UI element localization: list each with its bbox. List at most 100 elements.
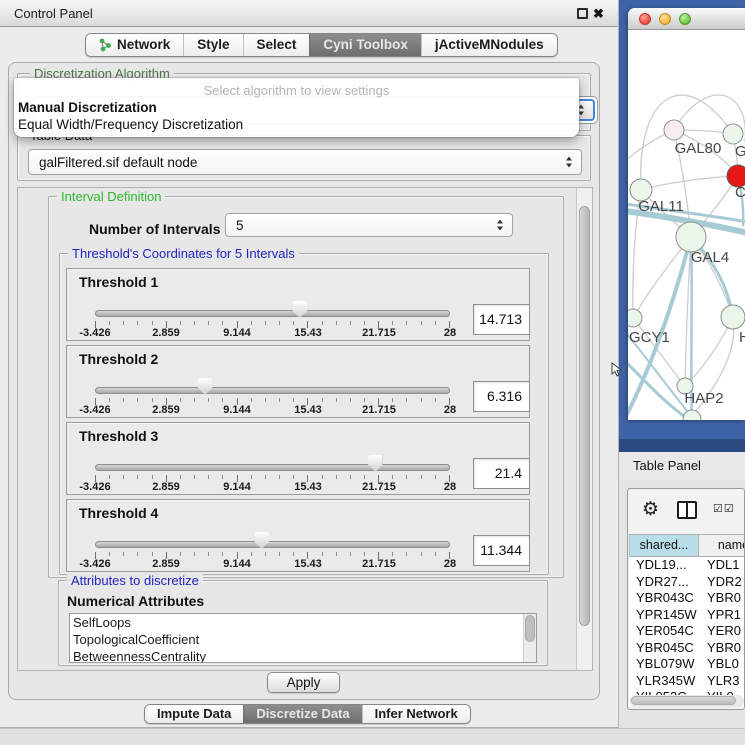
tick-mark <box>180 398 181 402</box>
network-node[interactable] <box>721 305 745 329</box>
column-header-shared-name[interactable]: shared... <box>629 534 699 557</box>
table-row[interactable]: YBR043CYBR0 <box>629 590 745 607</box>
table-cell[interactable]: YER054C <box>629 623 699 640</box>
tick-mark <box>279 552 280 556</box>
table-row[interactable]: YDR27...YDR2 <box>629 574 745 591</box>
tick-mark <box>152 398 153 402</box>
tick-mark <box>123 552 124 556</box>
tick-mark <box>123 475 124 479</box>
gear-icon[interactable]: ⚙ <box>642 497 659 523</box>
table-horizontal-scrollbar[interactable] <box>630 695 744 707</box>
table-data-combobox[interactable]: galFiltered.sif default node <box>28 149 582 175</box>
tab-network[interactable]: Network <box>86 34 183 56</box>
window-title: Control Panel <box>14 0 93 27</box>
tick-mark <box>322 475 323 479</box>
tick-mark <box>350 398 351 402</box>
network-node[interactable] <box>664 120 684 140</box>
threshold-slider-thumb[interactable] <box>198 378 213 395</box>
scrollbar-thumb[interactable] <box>631 696 736 705</box>
control-panel-window: Control Panel ✖ Network Style Select Cyn… <box>0 0 619 728</box>
tick-mark <box>152 321 153 325</box>
select-columns-icon[interactable]: ☑☑ <box>713 502 735 515</box>
float-window-icon[interactable] <box>577 8 588 19</box>
attribute-list-item[interactable]: SelfLoops <box>70 614 536 631</box>
table-row[interactable]: YBL079WYBL0 <box>629 656 745 673</box>
table-row[interactable]: YER054CYER0 <box>629 623 745 640</box>
table-cell[interactable]: YBR043C <box>629 590 699 607</box>
axis-tick-label: 9.144 <box>223 481 251 493</box>
dropdown-option-manual-discretization[interactable]: Manual Discretization <box>14 99 579 116</box>
threshold-slider-thumb[interactable] <box>368 455 383 472</box>
tab-discretize-data[interactable]: Discretize Data <box>243 705 361 723</box>
tick-mark <box>350 552 351 556</box>
dropdown-option-equal-width-frequency[interactable]: Equal Width/Frequency Discretization <box>14 116 579 133</box>
threshold-value-field[interactable]: 6.316 <box>473 381 530 412</box>
network-node[interactable] <box>723 124 743 144</box>
network-window-titlebar[interactable] <box>628 8 745 30</box>
table-cell[interactable]: YBR0 <box>699 590 741 607</box>
table-cell[interactable]: YBL079W <box>629 656 699 673</box>
tick-mark <box>137 321 138 325</box>
tick-mark <box>265 321 266 325</box>
tab-label: Style <box>197 34 229 56</box>
threshold-value-field[interactable]: 11.344 <box>473 535 530 566</box>
spinner-arrows-icon <box>578 105 585 116</box>
tab-cyni-toolbox[interactable]: Cyni Toolbox <box>309 34 421 56</box>
tab-jactivemnodules[interactable]: jActiveMNodules <box>421 34 557 56</box>
threshold-slider-thumb[interactable] <box>254 532 269 549</box>
column-layout-icon[interactable] <box>677 501 697 519</box>
table-cell[interactable]: YDR2 <box>699 574 742 591</box>
tick-mark <box>251 321 252 325</box>
number-of-intervals-combobox[interactable]: 5 <box>225 213 513 237</box>
scrollbar-thumb[interactable] <box>579 206 590 626</box>
table-cell[interactable]: YLR3 <box>699 673 740 690</box>
table-row[interactable]: YPR145WYPR1 <box>629 607 745 624</box>
network-canvas[interactable]: GAL80 GA C GAL11 GAL4 GCY1 H HAP2 <box>628 30 745 420</box>
column-header-name[interactable]: name <box>699 534 745 557</box>
attribute-list-item[interactable]: BetweennessCentrality <box>70 648 536 663</box>
table-cell[interactable]: YDL1 <box>699 557 740 574</box>
table-row[interactable]: YLR345WYLR3 <box>629 673 745 690</box>
tab-infer-network[interactable]: Infer Network <box>362 705 470 723</box>
group-title: Attributes to discretize <box>67 573 203 588</box>
apply-button[interactable]: Apply <box>267 672 340 693</box>
table-row[interactable]: YDL19...YDL1 <box>629 557 745 574</box>
table-row[interactable]: YBR045CYBR0 <box>629 640 745 657</box>
tick-mark <box>406 398 407 402</box>
tick-mark <box>336 552 337 556</box>
table-cell[interactable]: YBL0 <box>699 656 739 673</box>
tick-mark <box>194 475 195 479</box>
tick-mark <box>137 475 138 479</box>
threshold-value-field[interactable]: 14.713 <box>473 304 530 335</box>
attribute-list-item[interactable]: TopologicalCoefficient <box>70 631 536 648</box>
tick-mark <box>137 552 138 556</box>
scrollbar-thumb[interactable] <box>525 615 535 642</box>
network-node-gcy1[interactable] <box>628 309 642 327</box>
tick-mark <box>435 552 436 556</box>
network-node[interactable] <box>683 410 701 420</box>
tab-style[interactable]: Style <box>183 34 242 56</box>
table-cell[interactable]: YBR045C <box>629 640 699 657</box>
attributes-list-scrollbar[interactable] <box>523 614 536 662</box>
table-cell[interactable]: YER0 <box>699 623 741 640</box>
close-icon[interactable]: ✖ <box>593 5 604 23</box>
axis-tick-label: 2.859 <box>152 558 180 570</box>
table-cell[interactable]: YLR345W <box>629 673 699 690</box>
close-traffic-light-icon[interactable] <box>639 13 651 25</box>
zoom-traffic-light-icon[interactable] <box>679 13 691 25</box>
table-cell[interactable]: YDR27... <box>629 574 699 591</box>
tab-impute-data[interactable]: Impute Data <box>145 705 243 723</box>
minimize-traffic-light-icon[interactable] <box>659 13 671 25</box>
table-cell[interactable]: YDL19... <box>629 557 699 574</box>
threshold-3-panel: Threshold 3 -3.4262.8599.14415.4321.7152… <box>66 422 530 495</box>
table-panel-title: Table Panel <box>633 452 701 480</box>
settings-vertical-scrollbar[interactable] <box>576 188 592 670</box>
tick-mark <box>364 398 365 402</box>
network-node-gal4[interactable] <box>676 222 706 252</box>
table-cell[interactable]: YPR1 <box>699 607 741 624</box>
threshold-value-field[interactable]: 21.4 <box>473 458 530 489</box>
threshold-slider-thumb[interactable] <box>292 301 307 318</box>
tab-select[interactable]: Select <box>243 34 310 56</box>
table-cell[interactable]: YPR145W <box>629 607 699 624</box>
table-cell[interactable]: YBR0 <box>699 640 741 657</box>
